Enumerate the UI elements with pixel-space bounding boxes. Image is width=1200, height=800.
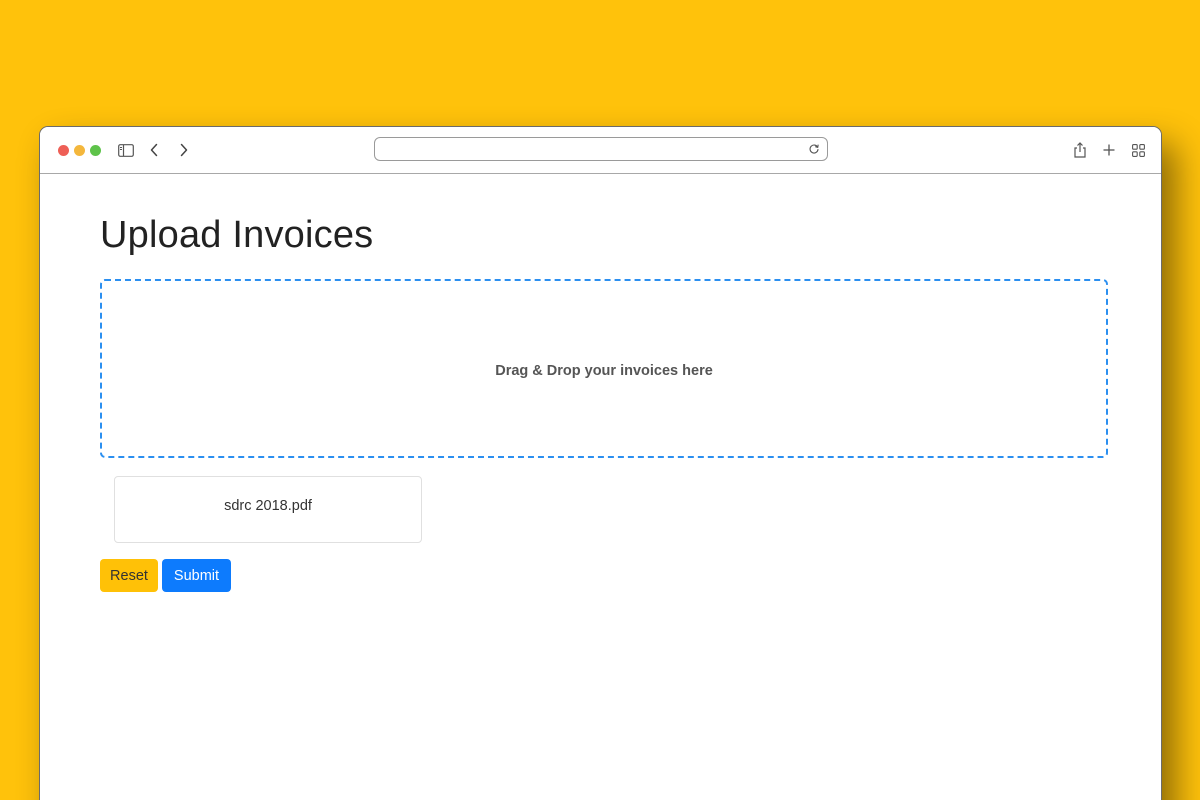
minimize-window-button[interactable] bbox=[74, 145, 85, 156]
forward-chevron-icon[interactable] bbox=[174, 140, 194, 160]
reset-button[interactable]: Reset bbox=[100, 559, 158, 592]
sidebar-toggle-icon[interactable] bbox=[116, 140, 136, 160]
page-title: Upload Invoices bbox=[100, 214, 374, 256]
close-window-button[interactable] bbox=[58, 145, 69, 156]
invoice-dropzone[interactable]: Drag & Drop your invoices here bbox=[100, 279, 1108, 458]
dropzone-label: Drag & Drop your invoices here bbox=[495, 362, 713, 379]
zoom-window-button[interactable] bbox=[90, 145, 101, 156]
share-icon[interactable] bbox=[1070, 140, 1090, 160]
reload-icon[interactable] bbox=[806, 141, 822, 157]
uploaded-file-card: sdrc 2018.pdf bbox=[114, 476, 422, 543]
file-name: sdrc 2018.pdf bbox=[224, 498, 312, 514]
back-chevron-icon[interactable] bbox=[144, 140, 164, 160]
tab-overview-icon[interactable] bbox=[1128, 140, 1148, 160]
plus-icon[interactable] bbox=[1099, 140, 1119, 160]
submit-button[interactable]: Submit bbox=[162, 559, 231, 592]
page-content: Upload Invoices Drag & Drop your invoice… bbox=[40, 174, 1161, 800]
browser-toolbar bbox=[40, 127, 1161, 174]
yellow-backdrop: Upload Invoices Drag & Drop your invoice… bbox=[0, 0, 1200, 800]
address-bar[interactable] bbox=[374, 137, 828, 161]
browser-window: Upload Invoices Drag & Drop your invoice… bbox=[39, 126, 1162, 800]
